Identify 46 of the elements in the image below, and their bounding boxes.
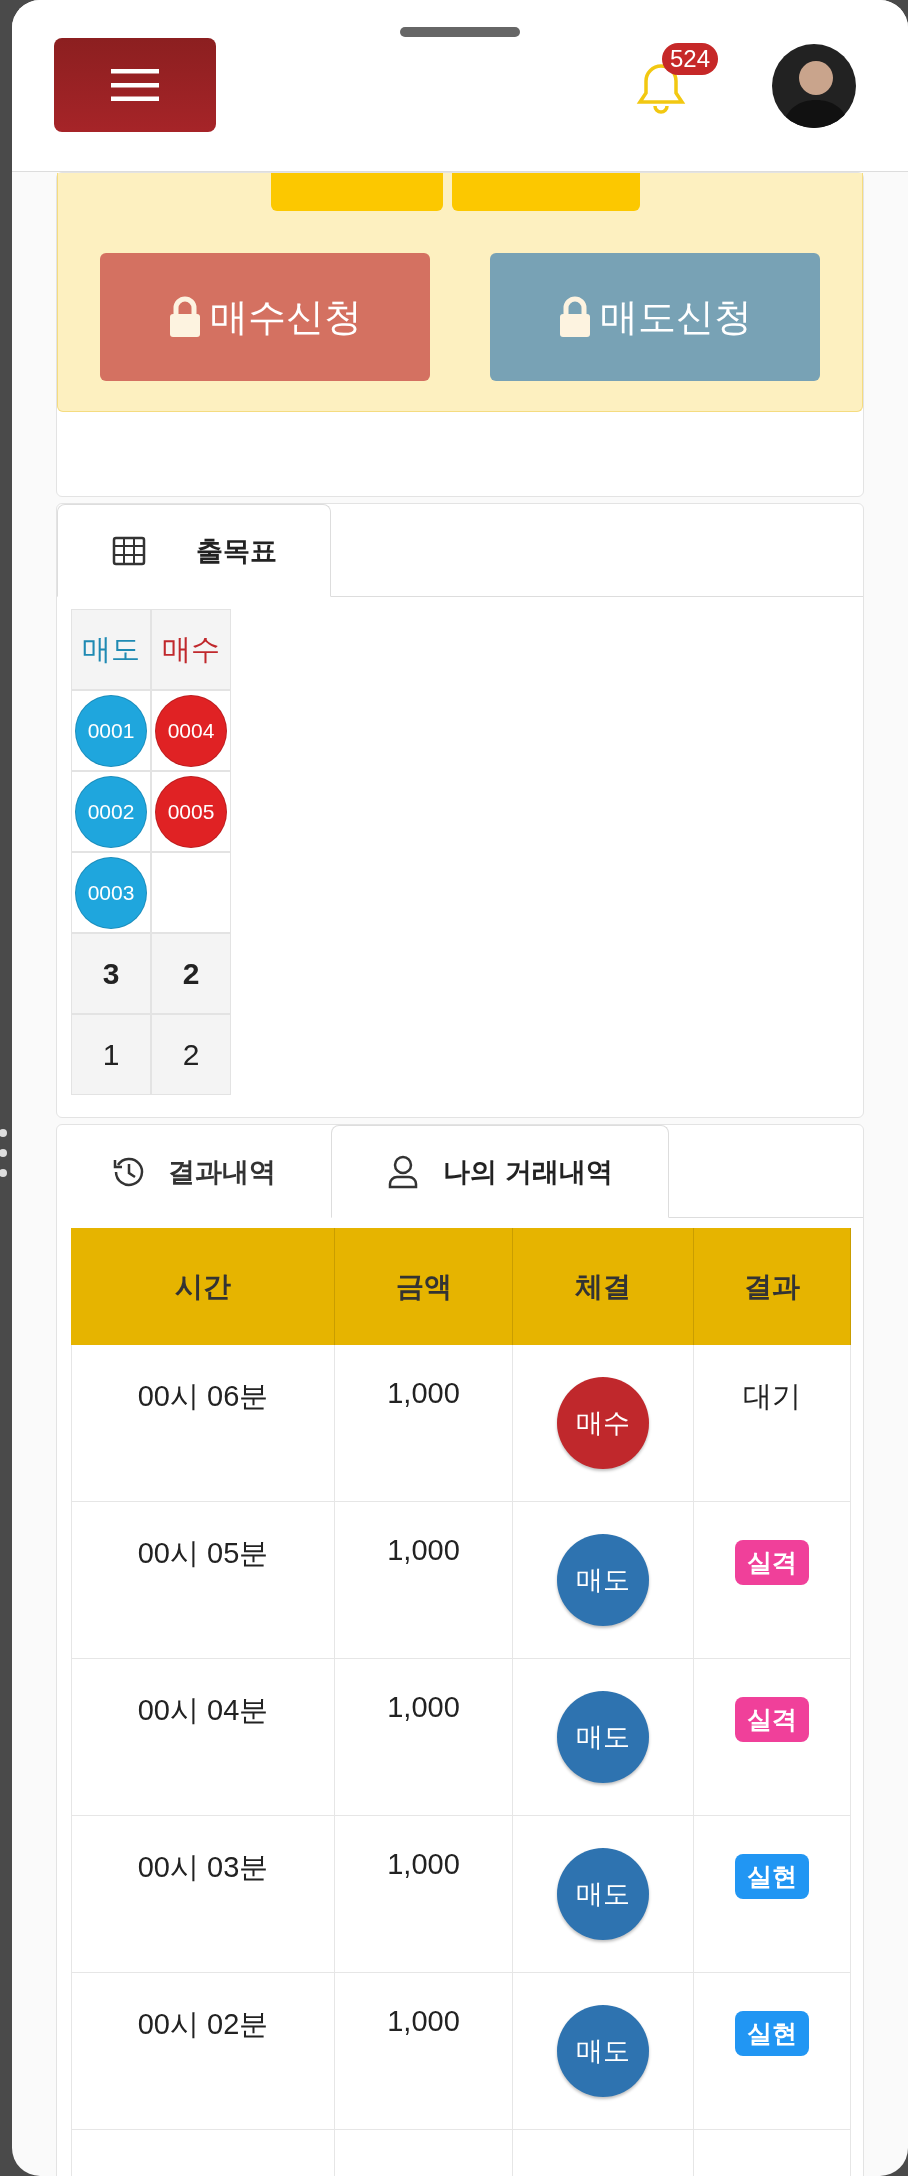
user-icon — [387, 1154, 420, 1189]
number-ball: 0002 — [75, 775, 147, 848]
table-cell: 00시 04분 — [71, 1659, 335, 1816]
number-ball: 0004 — [155, 694, 227, 767]
trade-side-badge: 매도 — [557, 1848, 649, 1940]
table-cell: 00시 02분 — [71, 1973, 335, 2130]
number-ball: 0001 — [75, 694, 147, 767]
table-cell: 1,000 — [335, 1973, 513, 2130]
trade-side-badge: 매도 — [557, 2005, 649, 2097]
table-cell: 2 — [151, 1014, 231, 1095]
drag-handle[interactable] — [400, 27, 520, 37]
table-cell: 1,000 — [335, 1659, 513, 1816]
column-header: 시간 — [71, 1228, 335, 1345]
table-cell: 2 — [151, 933, 231, 1014]
result-badge: 실현 — [735, 2011, 809, 2056]
lock-icon — [168, 296, 202, 338]
column-header: 체결 — [513, 1228, 694, 1345]
tab[interactable]: 출목표 — [57, 504, 331, 597]
column-header: 결과 — [694, 1228, 851, 1345]
trade-side-badge: 매도 — [557, 1534, 649, 1626]
column-header: 금액 — [335, 1228, 513, 1345]
notification-badge: 524 — [662, 42, 719, 75]
table-header-cell: 매수 — [151, 609, 231, 690]
table-cell: 1,000 — [335, 1816, 513, 1973]
result-badge: 실격 — [735, 1540, 809, 1585]
table-icon — [111, 535, 146, 566]
table-cell: 3 — [71, 933, 151, 1014]
menu-icon — [111, 68, 159, 101]
trade-side-badge: 매도 — [557, 1691, 649, 1783]
menu-button[interactable] — [54, 37, 216, 132]
lock-icon — [558, 296, 592, 338]
result-badge: 실격 — [735, 1697, 809, 1742]
tab[interactable]: 나의 거래내역 — [331, 1125, 669, 1218]
table-cell: 1,000 — [335, 1502, 513, 1659]
number-ball: 0003 — [75, 856, 147, 929]
trade-side-badge: 매수 — [557, 1377, 649, 1469]
table-cell: 1 — [71, 1014, 151, 1095]
grip-icon[interactable] — [0, 1127, 10, 1179]
table-cell: 1,000 — [335, 1345, 513, 1502]
table-cell: 00시 03분 — [71, 1816, 335, 1973]
table-cell: 00시 05분 — [71, 1502, 335, 1659]
table-cell: 대기 — [694, 1345, 851, 1502]
table-header-cell: 매도 — [71, 609, 151, 690]
table-cell: 00시 06분 — [71, 1345, 335, 1502]
result-badge: 실현 — [735, 1854, 809, 1899]
number-ball: 0005 — [155, 775, 227, 848]
